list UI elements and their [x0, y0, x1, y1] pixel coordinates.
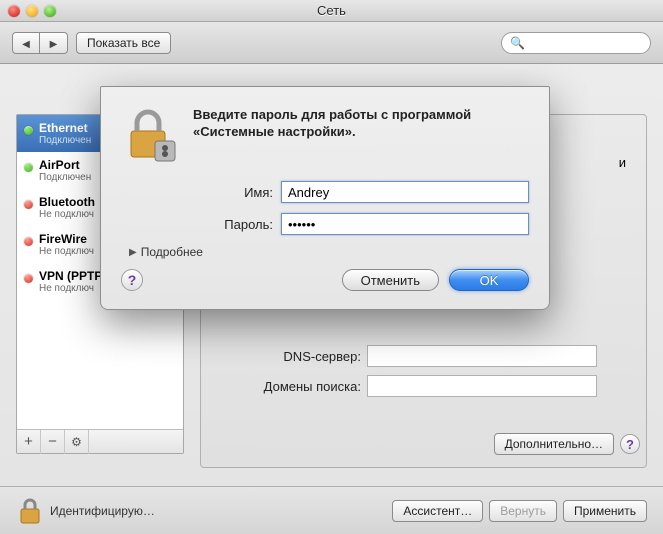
password-label: Пароль:: [121, 217, 281, 232]
assistant-button[interactable]: Ассистент…: [392, 500, 483, 522]
lock-large-icon: [121, 105, 179, 163]
cancel-button[interactable]: Отменить: [342, 269, 439, 291]
status-fragment: и: [619, 155, 626, 170]
show-all-button[interactable]: Показать все: [76, 32, 171, 54]
search-domains-label: Домены поиска:: [201, 379, 361, 394]
status-text: и: [619, 155, 626, 170]
arrow-right-icon: [50, 35, 58, 50]
sidebar-footer: + −: [17, 429, 183, 453]
add-service-button[interactable]: +: [17, 430, 41, 454]
disclosure-triangle-icon: ▶: [129, 247, 137, 258]
status-dot-icon: [24, 200, 33, 209]
toolbar: Показать все 🔍: [0, 22, 663, 64]
advanced-button[interactable]: Дополнительно…: [494, 433, 614, 455]
lock-text: Идентифицирую…: [50, 504, 155, 518]
password-input[interactable]: [281, 213, 529, 235]
dialog-message: Введите пароль для работы с программой «…: [193, 105, 529, 163]
nav-segment: [12, 32, 68, 54]
remove-service-button[interactable]: −: [41, 430, 65, 454]
ok-button[interactable]: OK: [449, 269, 529, 291]
search-domains-input[interactable]: [367, 375, 597, 397]
arrow-left-icon: [22, 35, 30, 50]
apply-button[interactable]: Применить: [563, 500, 647, 522]
gear-icon: [71, 433, 82, 450]
dns-input[interactable]: [367, 345, 597, 367]
status-dot-icon: [24, 237, 33, 246]
window-title: Сеть: [0, 3, 663, 18]
bottom-bar: Идентифицирую… Ассистент… Вернуть Примен…: [0, 486, 663, 534]
status-dot-icon: [24, 163, 33, 172]
name-input[interactable]: [281, 181, 529, 203]
back-button[interactable]: [12, 32, 40, 54]
help-button[interactable]: ?: [620, 434, 640, 454]
titlebar: Сеть: [0, 0, 663, 22]
name-label: Имя:: [121, 185, 281, 200]
dialog-help-button[interactable]: ?: [121, 269, 143, 291]
search-field[interactable]: 🔍: [501, 32, 651, 54]
details-disclosure[interactable]: ▶ Подробнее: [129, 245, 529, 259]
search-icon: 🔍: [510, 36, 525, 50]
status-dot-icon: [24, 274, 33, 283]
dns-label: DNS-сервер:: [201, 349, 361, 364]
revert-button[interactable]: Вернуть: [489, 500, 557, 522]
details-label: Подробнее: [141, 245, 203, 259]
lock-icon[interactable]: [16, 495, 44, 527]
forward-button[interactable]: [40, 32, 68, 54]
auth-dialog: Введите пароль для работы с программой «…: [100, 86, 550, 310]
status-dot-icon: [24, 126, 33, 135]
search-input[interactable]: [529, 36, 663, 50]
actions-menu-button[interactable]: [65, 430, 89, 454]
